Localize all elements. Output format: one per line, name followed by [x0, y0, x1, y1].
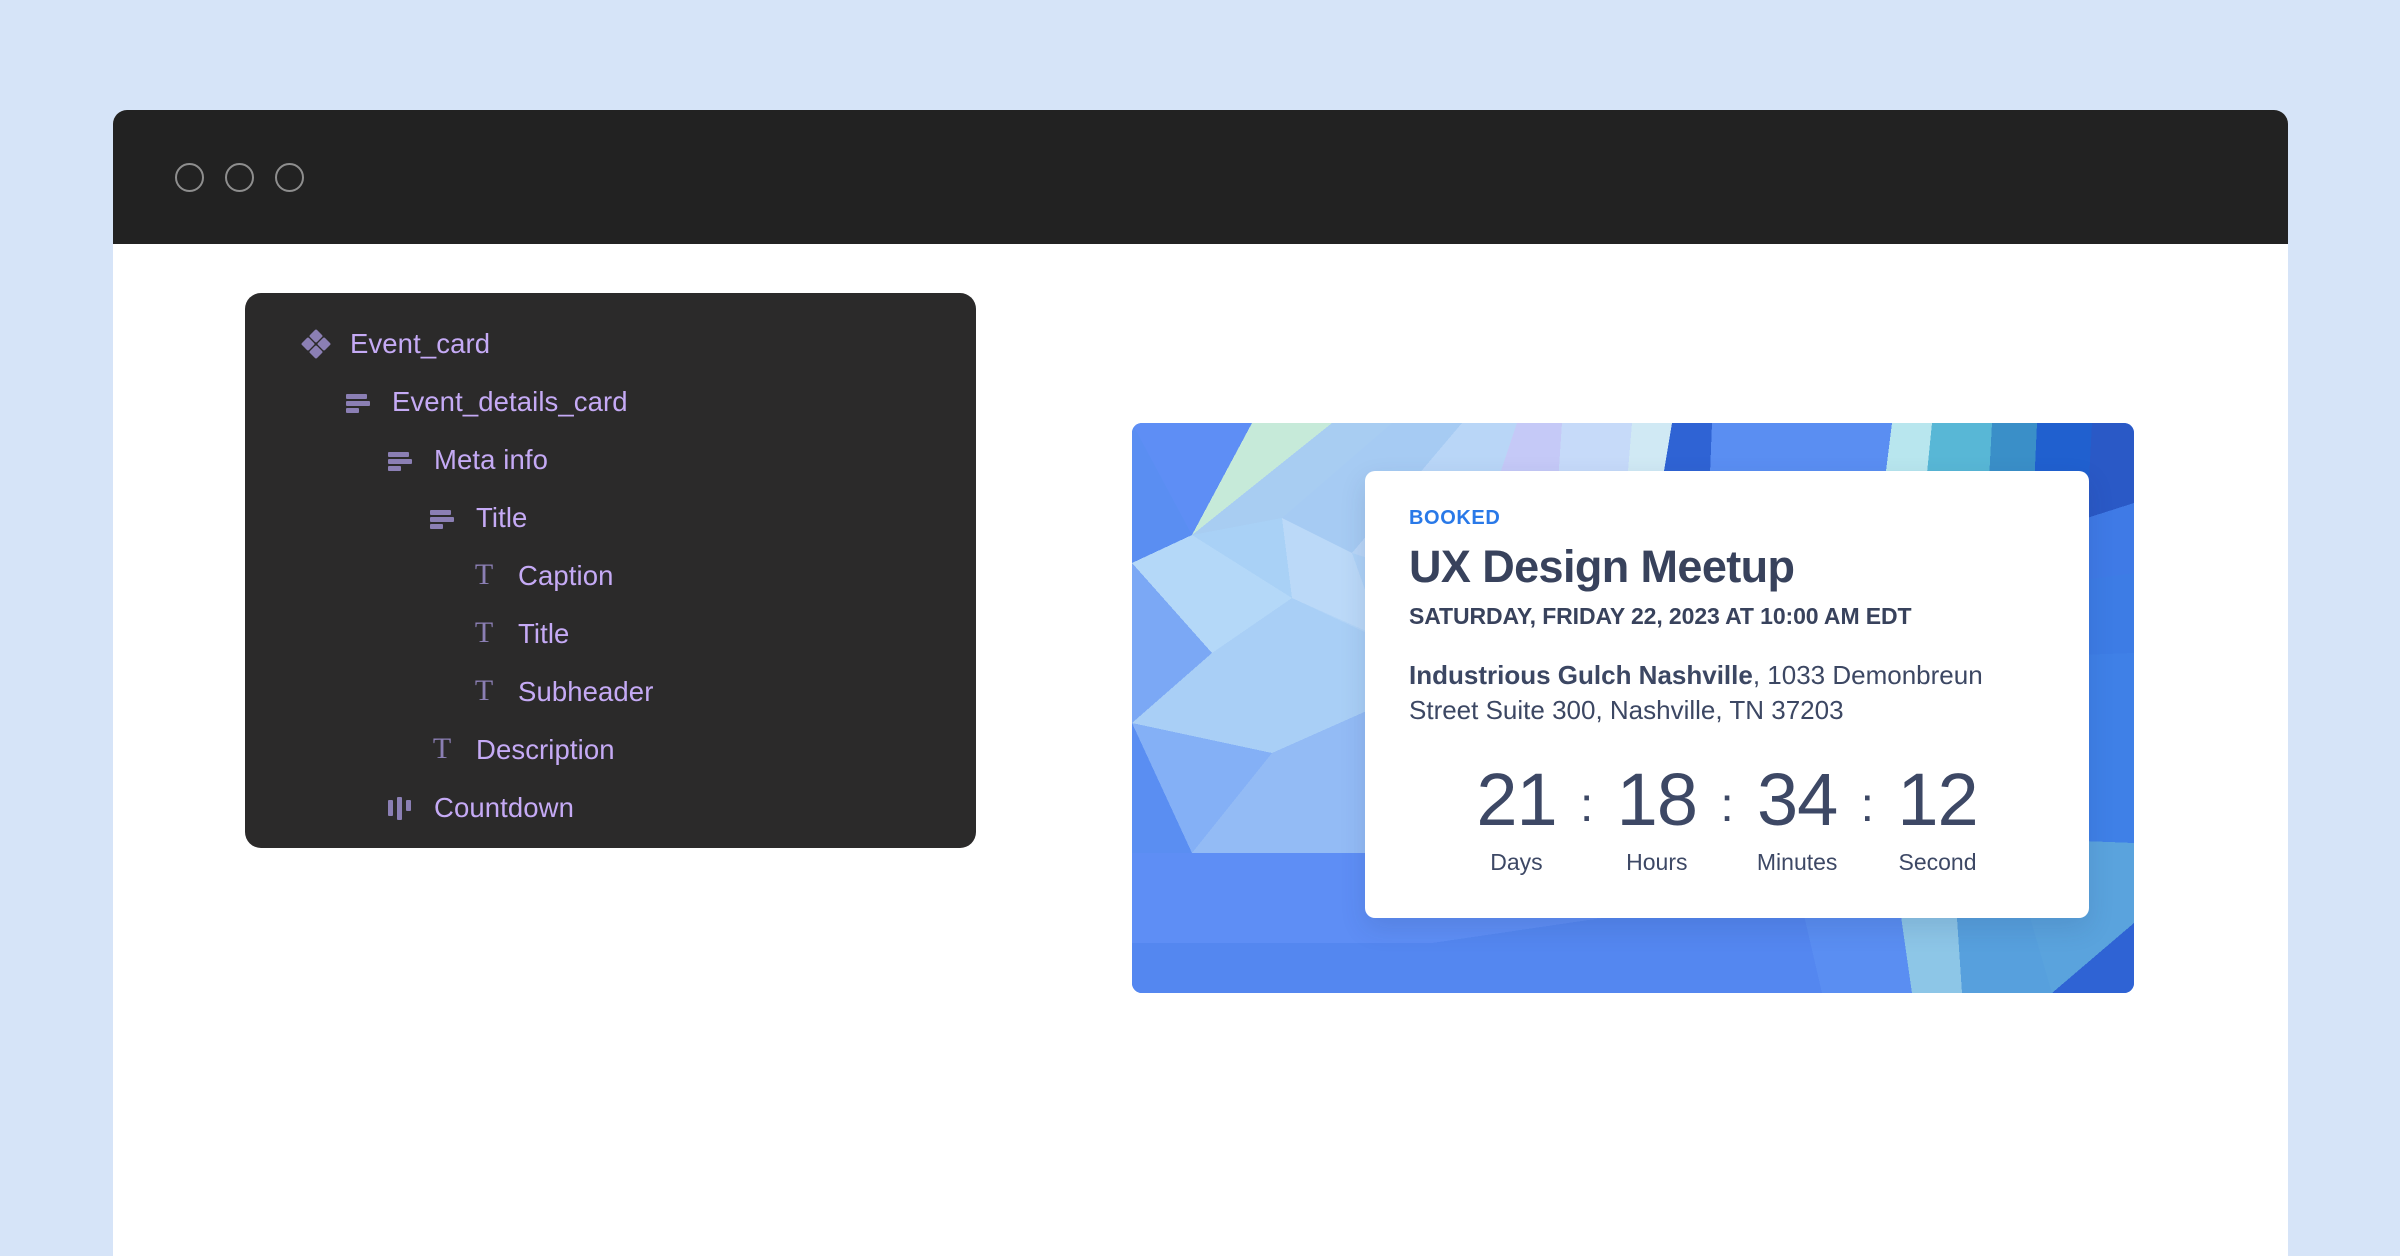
countdown-label: Hours — [1626, 849, 1688, 876]
text-lines-icon — [428, 504, 456, 532]
text-element-icon: T — [474, 557, 494, 591]
layer-tree-row[interactable]: Title — [245, 489, 976, 547]
event-title: UX Design Meetup — [1409, 541, 1795, 592]
text-lines-icon — [344, 388, 372, 416]
text-lines-icon — [386, 446, 414, 474]
text-element-icon: T — [432, 731, 452, 765]
browser-window: Event_card Event_details_card Meta info Tit… — [113, 110, 2288, 1256]
countdown-label: Days — [1490, 849, 1543, 876]
countdown-separator: : — [1720, 778, 1734, 832]
layer-tree-row[interactable]: Countdown — [245, 779, 976, 837]
countdown-value: 12 — [1897, 757, 1978, 841]
window-titlebar — [113, 110, 2288, 244]
layer-tree-row[interactable]: T Caption — [245, 547, 976, 605]
venue-name: Industrious Gulch Nashville — [1409, 659, 1753, 690]
layer-tree-label: Subheader — [518, 676, 654, 707]
countdown-value: 34 — [1757, 757, 1838, 841]
countdown-unit: 12 Second — [1874, 757, 2001, 876]
layer-tree-panel: Event_card Event_details_card Meta info Tit… — [245, 293, 976, 848]
traffic-light-group — [175, 162, 304, 192]
countdown-separator: : — [1860, 778, 1875, 832]
layer-tree-row[interactable]: T Description — [245, 721, 976, 779]
layer-tree-label: Event_details_card — [392, 386, 628, 417]
countdown-unit: 34 Minutes — [1734, 757, 1861, 876]
event-datetime: SATURDAY, FRIDAY 22, 2023 AT 10:00 AM ED… — [1409, 602, 1912, 629]
layer-tree-row[interactable]: Event_card — [245, 315, 976, 373]
layer-tree-label: Title — [476, 502, 528, 533]
countdown-label: Second — [1898, 849, 1977, 876]
countdown-value: 18 — [1616, 757, 1698, 841]
maximize-dot-icon[interactable] — [275, 162, 304, 192]
event-venue: Industrious Gulch Nashville, 1033 Demonb… — [1409, 658, 2045, 728]
countdown-separator: : — [1579, 778, 1594, 832]
component-diamonds-icon — [300, 328, 332, 360]
text-element-icon: T — [474, 615, 494, 649]
countdown-label: Minutes — [1756, 849, 1838, 876]
layer-tree-label: Title — [518, 618, 570, 649]
event-details-card: BOOKED UX Design Meetup SATURDAY, FRIDAY… — [1365, 471, 2089, 919]
countdown-unit: 21 Days — [1453, 757, 1580, 876]
minimize-dot-icon[interactable] — [225, 162, 254, 192]
text-element-icon: T — [474, 673, 494, 707]
countdown-timer: 21 Days:18 Hours:34 Minutes:12 Second — [1409, 757, 2045, 876]
layer-tree-row[interactable]: T Title — [245, 605, 976, 663]
layer-tree-label: Description — [476, 734, 615, 765]
layer-tree-label: Caption — [518, 560, 614, 591]
layer-tree-label: Countdown — [434, 792, 575, 823]
status-badge: BOOKED — [1409, 507, 1501, 529]
countdown-unit: 18 Hours — [1593, 757, 1720, 876]
layer-tree-label: Event_card — [350, 328, 491, 359]
countdown-value: 21 — [1476, 757, 1557, 841]
close-dot-icon[interactable] — [175, 162, 204, 192]
layer-tree-row[interactable]: Meta info — [245, 431, 976, 489]
event-card: BOOKED UX Design Meetup SATURDAY, FRIDAY… — [1132, 423, 2134, 993]
layer-tree-label: Meta info — [434, 444, 549, 475]
browser-viewport: Event_card Event_details_card Meta info Tit… — [113, 244, 2288, 1256]
layer-tree-row[interactable]: T Subheader — [245, 663, 976, 721]
layer-tree-row[interactable]: Event_details_card — [245, 373, 976, 431]
countdown-bars-icon — [386, 794, 414, 822]
